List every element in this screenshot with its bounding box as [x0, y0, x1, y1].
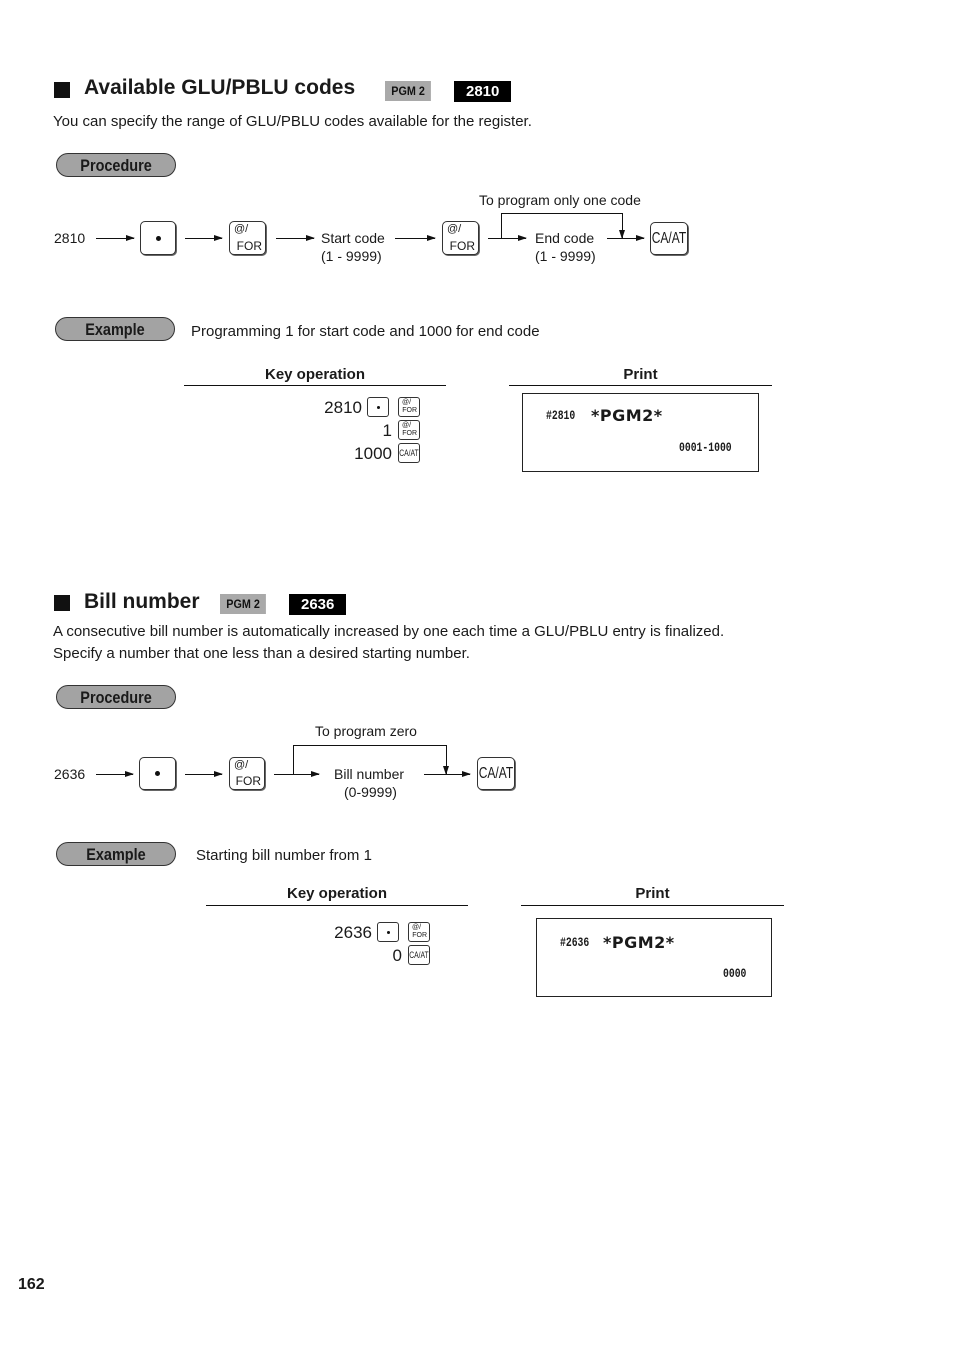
bypass-label: To program zero: [315, 723, 417, 739]
bypass-label: To program only one code: [479, 192, 641, 208]
key-op-number: 1: [382, 421, 392, 440]
ca-at-key[interactable]: CA/AT: [477, 757, 515, 790]
procedure-label: Procedure: [56, 685, 176, 709]
start-code-label: Start code: [321, 230, 385, 246]
for-key: @/FOR: [408, 922, 430, 942]
decimal-point-key: [367, 397, 389, 417]
decimal-point-key[interactable]: [140, 221, 176, 255]
for-key-top-label: @/: [234, 759, 249, 771]
end-code-label: End code: [535, 230, 595, 246]
section-bullet-icon: [54, 82, 70, 98]
print-header: Print: [635, 885, 670, 902]
bypass-line: [501, 213, 623, 214]
print-value: 0001-1000: [679, 440, 732, 455]
section-description: You can specify the range of GLU/PBLU co…: [53, 113, 532, 130]
procedure-label: Procedure: [56, 153, 176, 177]
flow-arrow: [607, 235, 645, 241]
key-operation-header: Key operation: [264, 366, 366, 383]
bypass-arrow: [443, 745, 449, 775]
print-job-code: #2810: [546, 408, 576, 423]
header-rule: [206, 905, 468, 906]
flow-start-number: 2636: [54, 766, 86, 782]
bill-number-range: (0-9999): [344, 784, 397, 800]
job-code-tag: 2636: [289, 594, 347, 615]
print-mode: *PGM2*: [591, 406, 663, 425]
print-header: Print: [623, 366, 658, 383]
key-op-number: 2636: [334, 923, 372, 942]
ca-at-key: CA/AT: [408, 945, 430, 965]
section-title-glu-pblu: Available GLU/PBLU codes: [84, 76, 356, 99]
job-code-tag: 2810: [454, 81, 512, 102]
decimal-point-key[interactable]: [139, 757, 176, 790]
print-mode: *PGM2*: [603, 933, 675, 952]
pgm-mode-tag: PGM 2: [385, 81, 432, 101]
key-op-number: 2810: [324, 398, 362, 417]
for-key-bottom-label: FOR: [235, 774, 261, 788]
for-key: @/FOR: [398, 397, 420, 417]
ca-at-key[interactable]: CA/AT: [650, 222, 688, 255]
for-key: @/FOR: [398, 420, 420, 440]
example-description: Starting bill number from 1: [196, 847, 372, 864]
flow-arrow: [424, 771, 471, 777]
flow-arrow: [276, 235, 315, 241]
print-job-code: #2636: [560, 935, 590, 950]
for-key-top-label: @/: [447, 223, 462, 235]
flow-arrow: [185, 771, 223, 777]
bypass-line: [293, 745, 447, 746]
key-op-number: 1000: [354, 444, 392, 463]
start-code-range: (1 - 9999): [321, 248, 382, 264]
for-key-bottom-label: FOR: [449, 239, 475, 253]
print-receipt: #2636 *PGM2* 0000: [536, 918, 772, 997]
section-description-line1: A consecutive bill number is automatical…: [53, 623, 725, 640]
example-label: Example: [56, 842, 176, 866]
print-receipt: #2810 *PGM2* 0001-1000: [522, 393, 759, 472]
example-description: Programming 1 for start code and 1000 fo…: [191, 323, 540, 340]
for-key[interactable]: @/ FOR: [442, 221, 479, 255]
section-title-bill-number: Bill number: [84, 590, 200, 613]
example-label: Example: [55, 317, 175, 341]
header-rule: [509, 385, 772, 386]
ca-at-key: CA/AT: [398, 443, 420, 463]
flow-arrow: [274, 771, 320, 777]
flow-arrow: [488, 235, 527, 241]
pgm-mode-tag: PGM 2: [220, 594, 267, 614]
flow-arrow: [96, 771, 134, 777]
bypass-line: [501, 213, 502, 238]
decimal-point-key: [377, 922, 399, 942]
flow-arrow: [185, 235, 223, 241]
bill-number-label: Bill number: [334, 766, 405, 782]
for-key[interactable]: @/ FOR: [229, 757, 265, 790]
for-key-bottom-label: FOR: [236, 239, 262, 253]
key-op-number: 0: [392, 946, 402, 965]
section-description-line2: Specify a number that one less than a de…: [53, 645, 470, 662]
flow-arrow: [395, 235, 436, 241]
end-code-range: (1 - 9999): [535, 248, 596, 264]
section-bullet-icon: [54, 595, 70, 611]
flow-start-number: 2810: [54, 230, 86, 246]
key-operation-header: Key operation: [286, 885, 388, 902]
flow-arrow: [96, 235, 135, 241]
bypass-arrow: [619, 213, 625, 239]
page-number: 162: [18, 1276, 45, 1293]
print-value: 0000: [723, 966, 747, 981]
bypass-line: [293, 745, 294, 774]
header-rule: [184, 385, 446, 386]
for-key-top-label: @/: [234, 223, 249, 235]
header-rule: [521, 905, 784, 906]
for-key[interactable]: @/ FOR: [229, 221, 266, 255]
